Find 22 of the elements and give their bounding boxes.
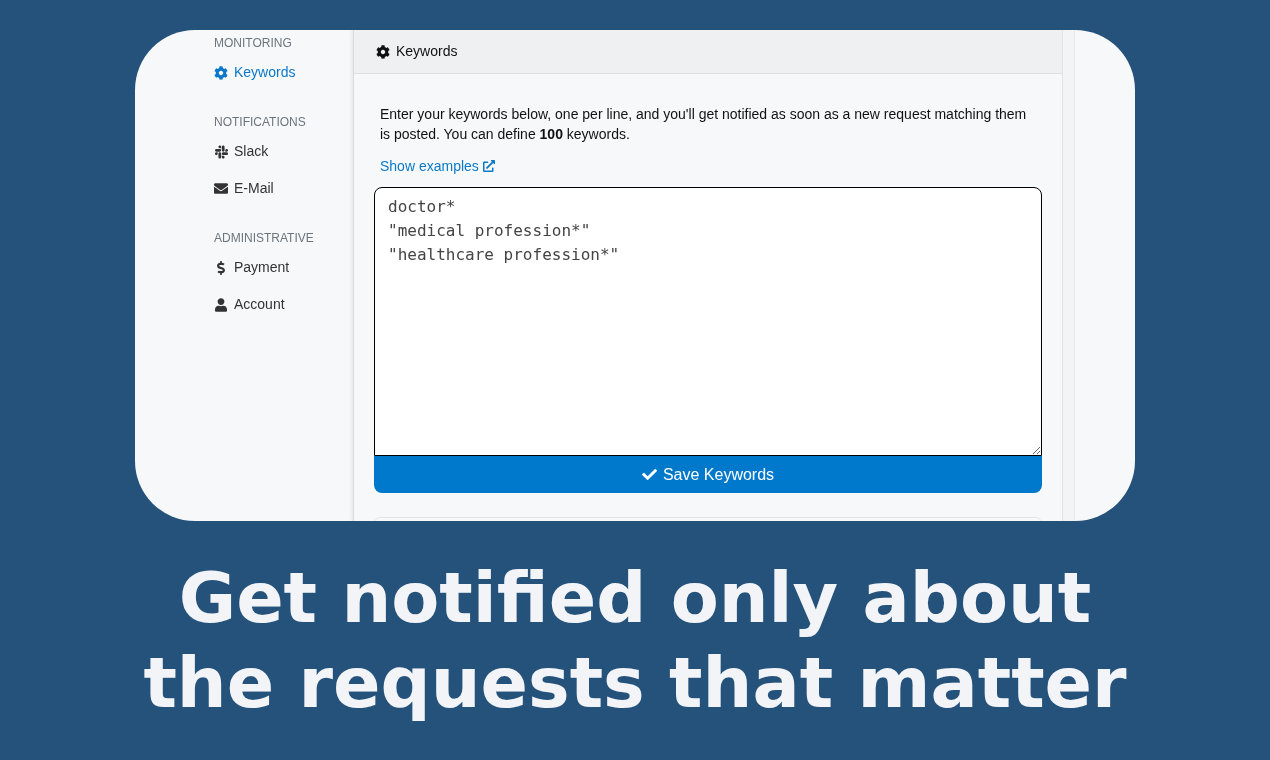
sidebar-item[interactable]: Payment: [214, 249, 353, 286]
sidebar-section-heading: MONITORING: [214, 35, 293, 51]
external-link-icon: [482, 160, 495, 172]
sidebar-item[interactable]: Slack: [214, 133, 353, 170]
sidebar-item[interactable]: Account: [214, 286, 353, 323]
keywords-field[interactable]: doctor* "medical profession*" "healthcare profession*": [374, 187, 1042, 456]
gear-icon: [214, 65, 228, 80]
check-icon: [641, 467, 657, 482]
sidebar-item[interactable]: Keywords: [214, 54, 353, 91]
panel-title: Keywords: [396, 42, 458, 61]
user-icon: [215, 297, 227, 312]
intro-text: Enter your keywords below, one per line, and you'll get notified as soon as a new request matching them is posted. You can define 100 keywords.: [379, 105, 1028, 144]
show-examples-link[interactable]: Show examples: [380, 156, 495, 176]
slack-icon: [214, 144, 228, 159]
sidebar-section-heading: NOTIFICATIONS: [214, 114, 307, 130]
sidebar-item[interactable]: E-Mail: [214, 170, 353, 207]
dollar-icon: [217, 260, 225, 275]
gear-icon: [376, 44, 390, 59]
headline: Get notified only about the requests that matter: [143, 555, 1127, 726]
save-keywords-button[interactable]: Save Keywords: [374, 456, 1042, 493]
sidebar-section-heading: ADMINISTRATIVE: [214, 230, 315, 246]
envelope-icon: [214, 183, 228, 194]
